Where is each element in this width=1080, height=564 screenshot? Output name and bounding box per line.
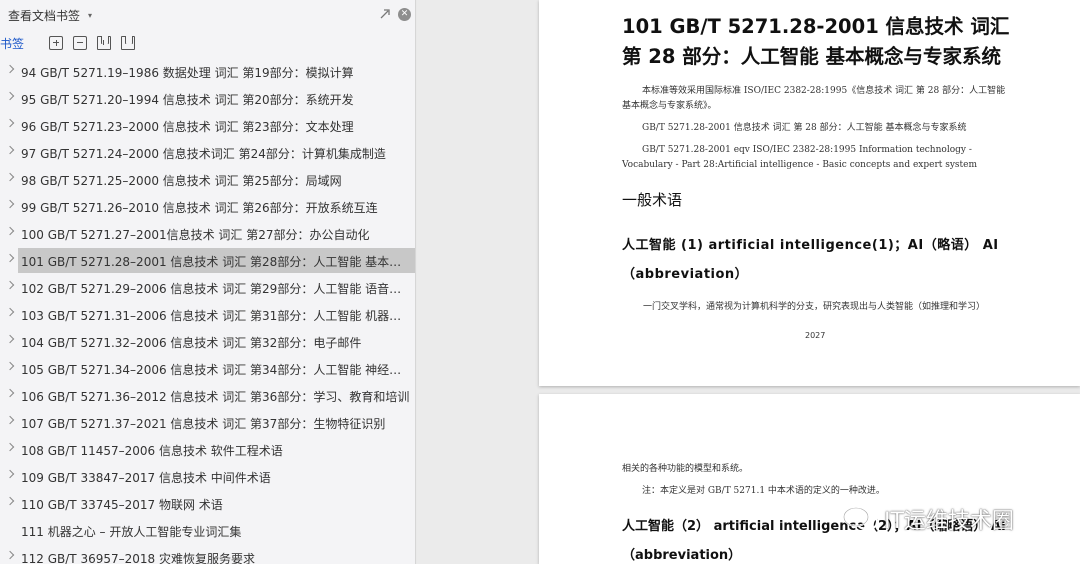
bookmark-item[interactable]: 105 GB/T 5271.34–2006 信息技术 词汇 第34部分：人工智能… bbox=[0, 355, 416, 382]
bookmark-item[interactable]: 112 GB/T 36957–2018 灾难恢复服务要求 bbox=[0, 544, 416, 564]
bookmark-item[interactable]: 104 GB/T 5271.32–2006 信息技术 词汇 第32部分：电子邮件 bbox=[0, 328, 416, 355]
bookmark-label: 110 GB/T 33745–2017 物联网 术语 bbox=[21, 498, 223, 512]
chevron-right-icon[interactable] bbox=[5, 172, 15, 182]
add-bookmark-icon[interactable] bbox=[97, 36, 111, 50]
chevron-right-icon[interactable] bbox=[5, 388, 15, 398]
watermark: IT运维技术圈 bbox=[842, 503, 1014, 535]
bookmark-label: 98 GB/T 5271.25–2000 信息技术 词汇 第25部分：局域网 bbox=[21, 174, 342, 188]
bookmark-item[interactable]: 98 GB/T 5271.25–2000 信息技术 词汇 第25部分：局域网 bbox=[0, 166, 416, 193]
bookmark-item[interactable]: 107 GB/T 5271.37–2021 信息技术 词汇 第37部分：生物特征… bbox=[0, 409, 416, 436]
bookmark-item[interactable]: 109 GB/T 33847–2017 信息技术 中间件术语 bbox=[0, 463, 416, 490]
bookmark-label: 97 GB/T 5271.24–2000 信息技术词汇 第24部分：计算机集成制… bbox=[21, 147, 386, 161]
bookmark-label: 书签 bbox=[0, 37, 25, 51]
document-view[interactable]: 101 GB/T 5271.28-2001 信息技术 词汇 第 28 部分：人工… bbox=[417, 0, 1080, 564]
bookmark-item[interactable]: 108 GB/T 11457–2006 信息技术 软件工程术语 bbox=[0, 436, 416, 463]
bookmark-label: 94 GB/T 5271.19–1986 数据处理 词汇 第19部分：模拟计算 bbox=[21, 66, 354, 80]
bookmark-item[interactable]: 99 GB/T 5271.26–2010 信息技术 词汇 第26部分：开放系统互… bbox=[0, 193, 416, 220]
bookmark-label: 112 GB/T 36957–2018 灾难恢复服务要求 bbox=[21, 552, 255, 564]
bookmark-label: 102 GB/T 5271.29–2006 信息技术 词汇 第29部分：人工智能… bbox=[21, 282, 411, 296]
bookmark-label: 107 GB/T 5271.37–2021 信息技术 词汇 第37部分：生物特征… bbox=[21, 417, 386, 431]
chevron-right-icon[interactable] bbox=[5, 91, 15, 101]
bookmark-label: 103 GB/T 5271.31–2006 信息技术 词汇 第31部分：人工智能… bbox=[21, 309, 411, 323]
bookmark-item[interactable]: 103 GB/T 5271.31–2006 信息技术 词汇 第31部分：人工智能… bbox=[0, 301, 416, 328]
chevron-right-icon[interactable] bbox=[5, 226, 15, 236]
bookmark-item[interactable]: 101 GB/T 5271.28–2001 信息技术 词汇 第28部分：人工智能… bbox=[0, 247, 416, 274]
bookmark-label: 100 GB/T 5271.27–2001信息技术 词汇 第27部分：办公自动化 bbox=[21, 228, 370, 242]
bookmark-item[interactable]: 102 GB/T 5271.29–2006 信息技术 词汇 第29部分：人工智能… bbox=[0, 274, 416, 301]
bookmark-label: 106 GB/T 5271.36–2012 信息技术 词汇 第36部分：学习、教… bbox=[21, 390, 410, 404]
definition-continued: 相关的各种功能的模型和系统。 bbox=[622, 464, 749, 474]
bookmark-item[interactable]: 110 GB/T 33745–2017 物联网 术语 bbox=[0, 490, 416, 517]
bookmark-label: 109 GB/T 33847–2017 信息技术 中间件术语 bbox=[21, 471, 271, 485]
close-icon[interactable]: ✕ bbox=[398, 7, 411, 21]
bookmark-item[interactable]: 94 GB/T 5271.19–1986 数据处理 词汇 第19部分：模拟计算 bbox=[0, 58, 416, 85]
chevron-right-icon[interactable] bbox=[5, 334, 15, 344]
bookmark-toolbar: 书签 bbox=[0, 30, 415, 56]
page-title: 101 GB/T 5271.28-2001 信息技术 词汇 第 28 部分：人工… bbox=[622, 15, 1010, 68]
chevron-right-icon[interactable] bbox=[5, 415, 15, 425]
term-heading: 人工智能 (1) artificial intelligence(1)；AI（略… bbox=[622, 238, 999, 282]
chevron-right-icon[interactable] bbox=[5, 280, 15, 290]
chevron-right-icon[interactable] bbox=[5, 199, 15, 209]
bookmark-item[interactable]: 106 GB/T 5271.36–2012 信息技术 词汇 第36部分：学习、教… bbox=[0, 382, 416, 409]
term-definition: 一门交叉学科，通常视为计算机科学的分支，研究表现出与人类智能（如推理和学习） bbox=[643, 302, 986, 312]
bookmark-label: 105 GB/T 5271.34–2006 信息技术 词汇 第34部分：人工智能… bbox=[21, 363, 411, 377]
chevron-down-icon[interactable]: ▾ bbox=[88, 11, 92, 20]
sidebar-title[interactable]: 查看文档书签 bbox=[8, 7, 80, 24]
bookmark-item[interactable]: 97 GB/T 5271.24–2000 信息技术词汇 第24部分：计算机集成制… bbox=[0, 139, 416, 166]
definition-note: 注：本定义是对 GB/T 5271.1 中本术语的定义的一种改进。 bbox=[642, 486, 885, 496]
page-number: 2027 bbox=[805, 331, 826, 340]
bookmark-item[interactable]: 95 GB/T 5271.20–1994 信息技术 词汇 第20部分：系统开发 bbox=[0, 85, 416, 112]
bookmark-list: 94 GB/T 5271.19–1986 数据处理 词汇 第19部分：模拟计算 9… bbox=[0, 58, 416, 564]
bookmark-sidebar: 查看文档书签 ▾ ✕ 书签 94 GB/T 5271.19–1986 数据处理 … bbox=[0, 0, 416, 564]
pin-icon[interactable] bbox=[378, 7, 392, 21]
sidebar-header: 查看文档书签 ▾ ✕ bbox=[0, 0, 415, 30]
standard-name-cn: GB/T 5271.28-2001 信息技术 词汇 第 28 部分：人工智能 基… bbox=[642, 123, 967, 133]
standard-name-en: GB/T 5271.28-2001 eqv ISO/IEC 2382-28:19… bbox=[622, 145, 978, 170]
bookmark-item[interactable]: 100 GB/T 5271.27–2001信息技术 词汇 第27部分：办公自动化 bbox=[0, 220, 416, 247]
bookmark-item[interactable]: 96 GB/T 5271.23–2000 信息技术 词汇 第23部分：文本处理 bbox=[0, 112, 416, 139]
watermark-text: IT运维技术圈 bbox=[884, 509, 1014, 534]
section-heading: 一般术语 bbox=[622, 191, 683, 209]
chevron-right-icon[interactable] bbox=[5, 496, 15, 506]
document-page: 相关的各种功能的模型和系统。 注：本定义是对 GB/T 5271.1 中本术语的… bbox=[539, 394, 1080, 564]
intro-paragraph: 本标准等效采用国际标准 ISO/IEC 2382-28:1995《信息技术 词汇… bbox=[622, 86, 1006, 111]
chevron-right-icon[interactable] bbox=[5, 118, 15, 128]
wechat-logo-icon bbox=[843, 507, 878, 531]
chevron-right-icon[interactable] bbox=[5, 145, 15, 155]
chevron-right-icon[interactable] bbox=[5, 307, 15, 317]
document-page: 101 GB/T 5271.28-2001 信息技术 词汇 第 28 部分：人工… bbox=[539, 0, 1080, 386]
chevron-right-icon[interactable] bbox=[5, 469, 15, 479]
bookmark-label: 96 GB/T 5271.23–2000 信息技术 词汇 第23部分：文本处理 bbox=[21, 120, 354, 134]
chevron-right-icon[interactable] bbox=[5, 253, 15, 263]
expand-all-icon[interactable] bbox=[49, 36, 63, 50]
bookmark-label: 104 GB/T 5271.32–2006 信息技术 词汇 第32部分：电子邮件 bbox=[21, 336, 362, 350]
chevron-right-icon[interactable] bbox=[5, 550, 15, 560]
bookmark-label: 111 机器之心 – 开放人工智能专业词汇集 bbox=[21, 525, 242, 539]
collapse-all-icon[interactable] bbox=[73, 36, 87, 50]
bookmark-icon[interactable] bbox=[121, 36, 135, 50]
bookmark-item[interactable]: 111 机器之心 – 开放人工智能专业词汇集 bbox=[0, 517, 416, 544]
bookmark-label: 108 GB/T 11457–2006 信息技术 软件工程术语 bbox=[21, 444, 283, 458]
chevron-right-icon[interactable] bbox=[5, 64, 15, 74]
bookmark-label: 95 GB/T 5271.20–1994 信息技术 词汇 第20部分：系统开发 bbox=[21, 93, 354, 107]
chevron-right-icon[interactable] bbox=[5, 361, 15, 371]
bookmark-label: 99 GB/T 5271.26–2010 信息技术 词汇 第26部分：开放系统互… bbox=[21, 201, 378, 215]
bookmark-label: 101 GB/T 5271.28–2001 信息技术 词汇 第28部分：人工智能… bbox=[21, 255, 411, 269]
chevron-right-icon[interactable] bbox=[5, 442, 15, 452]
